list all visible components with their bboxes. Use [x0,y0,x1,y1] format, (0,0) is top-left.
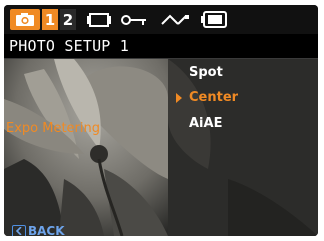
setting-label: Expo Metering [6,121,101,136]
back-button[interactable]: BACK [12,224,65,236]
display-icon [201,11,227,28]
option-aiae[interactable]: AiAE [168,115,318,137]
title-bar: PHOTO SETUP 1 [4,34,318,59]
tab-page-2[interactable]: 2 [60,9,76,30]
tab-page-1[interactable]: 1 [42,9,58,30]
option-label: Spot [189,65,223,80]
tab-setup[interactable] [158,9,192,30]
tab-bar: 1 2 [4,5,318,34]
tab-display[interactable] [198,9,232,30]
option-center[interactable]: Center [168,89,318,111]
movie-icon [87,12,111,27]
menu-panel: Spot Center AiAE [168,59,318,236]
setup-icon [161,14,189,25]
back-label: BACK [28,224,65,236]
playback-icon [121,14,146,25]
camera-icon [16,13,34,26]
preview-image [4,59,168,236]
option-label: AiAE [189,116,223,131]
tab-camera[interactable] [10,9,40,30]
camera-menu-screen: 1 2 PHOTO SETUP 1 Spot Center AiAE Expo … [4,5,318,236]
option-label: Center [189,90,239,105]
photo-background: Spot Center AiAE Expo Metering BACK [4,59,318,236]
back-arrow-icon [12,224,26,236]
page-title: PHOTO SETUP 1 [9,37,129,55]
option-spot[interactable]: Spot [168,64,318,86]
tab-playback[interactable] [118,9,150,30]
tab-movie[interactable] [84,9,114,30]
flower-image [4,59,168,236]
selection-arrow-icon [176,93,182,103]
